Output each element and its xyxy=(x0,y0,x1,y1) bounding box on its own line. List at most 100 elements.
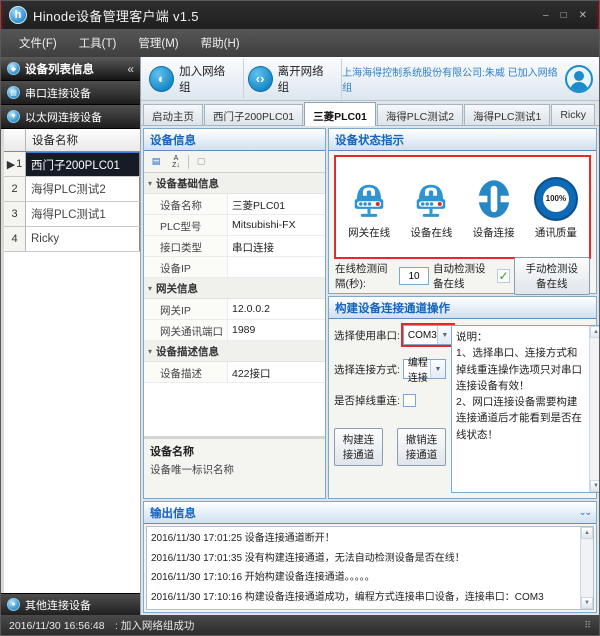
property-row[interactable]: 网关IP12.0.0.2 xyxy=(144,299,325,320)
scroll-down-icon[interactable]: ▼ xyxy=(581,597,593,609)
category-view-icon[interactable]: ▤ xyxy=(148,154,164,170)
chevron-down-icon: ▾ xyxy=(148,347,152,356)
property-row[interactable]: 设备描述422接口 xyxy=(144,362,325,383)
property-row[interactable]: 设备IP xyxy=(144,257,325,278)
serial-port-select[interactable]: COM3 ▼ xyxy=(403,325,453,345)
join-network-group-button[interactable]: ◐ 加入网络组 xyxy=(145,59,244,99)
tab-siemens-plc[interactable]: 西门子200PLC01 xyxy=(204,104,303,125)
instructions-box: 说明： 1、选择串口、连接方式和掉线重连操作选项只对串口连接设备有效！ 2、网口… xyxy=(451,325,600,493)
category-row[interactable]: ▾设备描述信息 xyxy=(144,341,325,362)
table-row[interactable]: 4 Ricky xyxy=(4,227,140,252)
sidebar-title: 设备列表信息 xyxy=(25,61,94,77)
tab-hinode-test1[interactable]: 海得PLC测试1 xyxy=(464,104,550,125)
note-line: 1、选择串口、连接方式和掉线重连操作选项只对串口连接设备有效！ xyxy=(456,345,585,394)
avatar-icon xyxy=(565,65,593,93)
close-button[interactable]: ✕ xyxy=(579,10,587,21)
status-bar: 2016/11/30 16:56:48 : 加入网络组成功 ⠿ xyxy=(1,615,599,635)
table-row[interactable]: 3 海得PLC测试1 xyxy=(4,202,140,227)
device-link-indicator: 设备连接 xyxy=(463,177,525,240)
scroll-up-icon[interactable]: ▲ xyxy=(590,326,600,338)
device-status-panel: 设备状态指示 xyxy=(328,128,597,294)
sort-az-icon[interactable]: AZ↓ xyxy=(168,154,184,170)
build-channel-button[interactable]: 构建连接通道 xyxy=(334,428,383,466)
join-group-icon: ◐ xyxy=(149,66,174,92)
menu-tools[interactable]: 工具(T) xyxy=(69,31,127,55)
app-window: h Hinode设备管理客户端 v1.5 – □ ✕ 文件(F) 工具(T) 管… xyxy=(0,0,600,636)
build-channel-panel: 构建设备连接通道操作 选择使用串口: COM3 ▼ xyxy=(328,296,597,499)
leave-network-group-button[interactable]: ‹› 离开网络组 xyxy=(244,59,343,99)
menu-manage[interactable]: 管理(M) xyxy=(128,31,188,55)
dropdown-arrow-icon: ▼ xyxy=(437,326,452,344)
scroll-up-icon[interactable]: ▲ xyxy=(581,527,593,539)
property-row[interactable]: 设备名称三菱PLC01 xyxy=(144,194,325,215)
minimize-button[interactable]: – xyxy=(543,10,549,21)
property-row[interactable]: 网关通讯端口1989 xyxy=(144,320,325,341)
serial-device-icon: ▤ xyxy=(7,86,20,99)
channel-panel-header: 构建设备连接通道操作 xyxy=(329,297,596,319)
property-row[interactable]: PLC型号Mitsubishi-FX xyxy=(144,215,325,236)
property-description: 设备名称 设备唯一标识名称 xyxy=(144,436,325,498)
category-row[interactable]: ▾设备基础信息 xyxy=(144,173,325,194)
tab-home[interactable]: 启动主页 xyxy=(143,104,203,125)
log-scrollbar[interactable]: ▲ ▼ xyxy=(580,527,593,609)
log-area: 2016/11/30 17:01:25 设备连接通道断开！ 2016/11/30… xyxy=(146,526,594,610)
menu-bar: 文件(F) 工具(T) 管理(M) 帮助(H) xyxy=(1,29,599,57)
window-title: Hinode设备管理客户端 v1.5 xyxy=(33,6,199,25)
connect-mode-select[interactable]: 编程连接 ▼ xyxy=(403,359,446,379)
auto-detect-label: 自动检测设备在线 xyxy=(433,261,493,291)
online-check-row: 在线检测间隔(秒): 自动检测设备在线 ✓ 手动检测设备在线 xyxy=(329,262,596,290)
device-online-indicator: 设备在线 xyxy=(400,177,462,240)
status-panel-header: 设备状态指示 xyxy=(329,129,596,151)
expand-chevrons-icon[interactable]: ⌄⌄ xyxy=(579,507,590,518)
sidebar-item-ethernet-devices[interactable]: ♥ 以太网连接设备 xyxy=(1,105,140,129)
note-line: 2、网口连接设备需要构建连接通道后才能看到是否在线状态！ xyxy=(456,394,585,443)
property-row[interactable]: 接口类型串口连接 xyxy=(144,236,325,257)
device-table: 设备名称 ▶1 西门子200PLC01 2 海得PLC测试2 3 海得PLC测试… xyxy=(1,129,140,593)
revoke-channel-button[interactable]: 撤销连接通道 xyxy=(397,428,446,466)
property-pages-icon[interactable]: ▢ xyxy=(193,154,209,170)
table-row[interactable]: ▶1 西门子200PLC01 xyxy=(4,152,140,177)
quality-value: 100% xyxy=(543,186,569,212)
property-grid-toolbar: ▤ AZ↓ ▢ xyxy=(144,151,325,173)
interval-label: 在线检测间隔(秒): xyxy=(335,261,395,291)
resize-grip[interactable]: ⠿ xyxy=(584,620,591,631)
chevron-down-icon: ▾ xyxy=(148,284,152,293)
log-line: 2016/11/30 17:01:25 设备连接通道断开！ xyxy=(151,529,576,549)
device-link-icon xyxy=(472,177,516,221)
tab-ricky[interactable]: Ricky xyxy=(551,104,595,125)
menu-file[interactable]: 文件(F) xyxy=(9,31,67,55)
category-row[interactable]: ▾网关信息 xyxy=(144,278,325,299)
auto-detect-checkbox[interactable]: ✓ xyxy=(497,269,509,283)
menu-help[interactable]: 帮助(H) xyxy=(191,31,250,55)
leave-group-icon: ‹› xyxy=(248,66,273,92)
sidebar-item-serial-devices[interactable]: ▤ 串口连接设备 xyxy=(1,81,140,105)
sidebar-header: ◆ 设备列表信息 « xyxy=(1,57,140,81)
manual-detect-button[interactable]: 手动检测设备在线 xyxy=(514,257,590,295)
collapse-icon[interactable]: « xyxy=(127,62,134,76)
device-info-panel: 设备信息 ▤ AZ↓ ▢ ▾设备基础信息 设备名称三菱PLC01 PLC型号Mi… xyxy=(143,128,326,499)
other-device-icon: ● xyxy=(7,598,20,611)
device-info-header: 设备信息 xyxy=(144,129,325,151)
reconnect-checkbox[interactable] xyxy=(403,394,416,407)
quality-donut-icon: 100% xyxy=(534,177,578,221)
scroll-down-icon[interactable]: ▼ xyxy=(590,480,600,492)
quality-indicator: 100% 通讯质量 xyxy=(525,177,587,240)
table-row[interactable]: 2 海得PLC测试2 xyxy=(4,177,140,202)
main-toolbar: ◐ 加入网络组 ‹› 离开网络组 上海海得控制系统股份有限公司:朱威 已加入网络… xyxy=(141,57,599,101)
serial-port-label: 选择使用串口: xyxy=(334,328,400,343)
title-bar: h Hinode设备管理客户端 v1.5 – □ ✕ xyxy=(1,1,599,29)
device-table-header[interactable]: 设备名称 xyxy=(4,129,140,152)
maximize-button[interactable]: □ xyxy=(561,10,567,21)
gateway-online-indicator: 网关在线 xyxy=(338,177,400,240)
note-scrollbar[interactable]: ▲ ▼ xyxy=(589,326,600,492)
tab-bar: 启动主页 西门子200PLC01 三菱PLC01 海得PLC测试2 海得PLC测… xyxy=(141,101,599,126)
tab-hinode-test2[interactable]: 海得PLC测试2 xyxy=(377,104,463,125)
gateway-online-icon xyxy=(347,177,391,221)
log-line: 2016/11/30 17:10:16 开始构建设备连接通道。。。。。 xyxy=(151,568,576,588)
sidebar-item-other-devices[interactable]: ● 其他连接设备 xyxy=(1,593,140,615)
interval-input[interactable] xyxy=(399,267,429,285)
dropdown-arrow-icon: ▼ xyxy=(430,360,445,378)
ethernet-device-icon: ♥ xyxy=(7,110,20,123)
device-list-sidebar: ◆ 设备列表信息 « ▤ 串口连接设备 ♥ 以太网连接设备 设备名称 ▶1 西门… xyxy=(1,57,141,615)
tab-mitsubishi-plc[interactable]: 三菱PLC01 xyxy=(304,102,376,126)
